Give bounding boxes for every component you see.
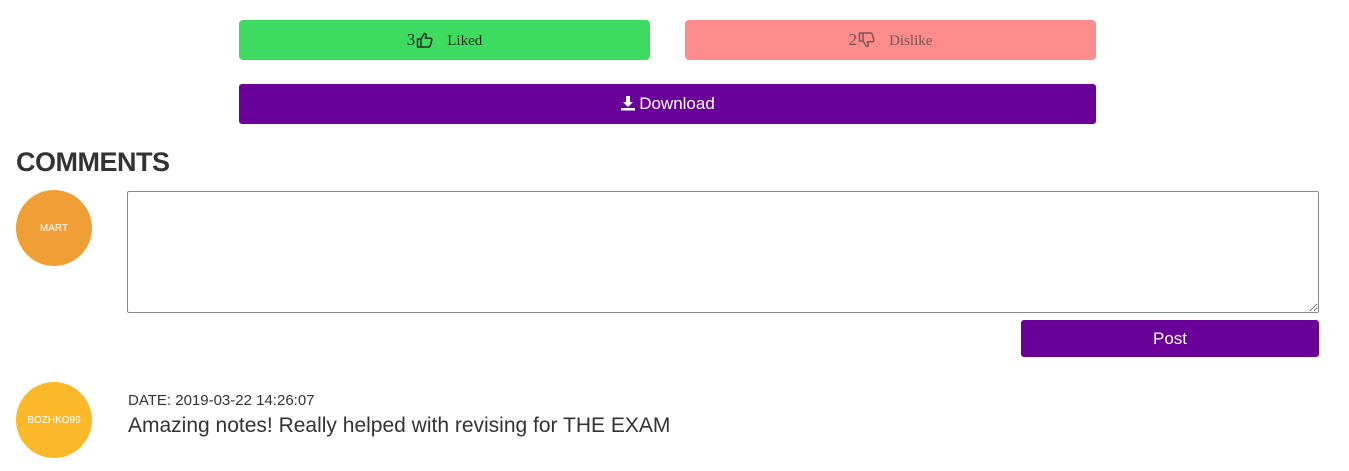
comment-input[interactable] — [127, 191, 1319, 313]
current-user-avatar: MART — [16, 190, 92, 266]
dislike-button[interactable]: 2 Dislike — [685, 20, 1096, 60]
download-label: Download — [639, 94, 715, 113]
like-label: Liked — [447, 33, 483, 49]
comment-avatar: BOZHKO99 — [16, 382, 92, 458]
like-count: 3 — [406, 30, 416, 49]
thumbs-up-icon — [417, 32, 433, 48]
thumbs-down-icon — [858, 32, 875, 48]
comment-text: Amazing notes! Really helped with revisi… — [128, 414, 671, 437]
comments-title: COMMENTS — [16, 147, 170, 177]
dislike-label: Dislike — [889, 33, 933, 49]
comment-date: DATE: 2019-03-22 14:26:07 — [128, 392, 315, 409]
download-icon — [621, 96, 636, 111]
current-user-avatar-text: MART — [39, 222, 69, 234]
post-button[interactable]: Post — [1021, 320, 1319, 357]
download-button[interactable]: Download — [239, 84, 1096, 124]
comment-avatar-text: BOZHKO99 — [27, 414, 81, 426]
post-label: Post — [1152, 328, 1188, 348]
dislike-count: 2 — [848, 30, 858, 49]
like-button[interactable]: 3 Liked — [239, 20, 650, 60]
